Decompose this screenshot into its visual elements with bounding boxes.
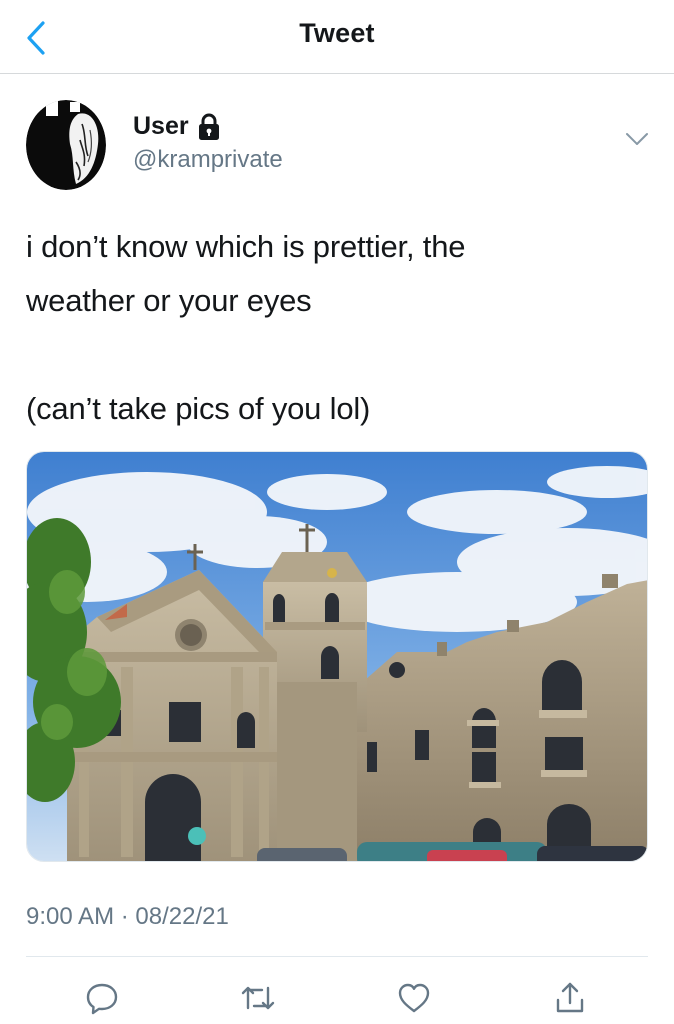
reply-icon xyxy=(86,983,118,1015)
more-options-button[interactable] xyxy=(624,128,650,150)
tweet-line: (can’t take pics of you lol) xyxy=(26,391,371,426)
tweet-line: i don’t know which is prettier, the xyxy=(26,229,466,264)
retweet-button[interactable] xyxy=(238,978,278,1018)
actions-divider xyxy=(26,956,648,957)
avatar[interactable] xyxy=(26,100,106,190)
top-nav-bar: Tweet xyxy=(0,0,674,74)
like-icon xyxy=(398,983,430,1013)
tweet-text: i don’t know which is prettier, the weat… xyxy=(26,220,646,436)
tweet-line: weather or your eyes xyxy=(26,283,312,318)
page-title: Tweet xyxy=(299,18,375,48)
lock-icon xyxy=(197,113,221,141)
chevron-down-icon xyxy=(626,133,648,145)
reply-button[interactable] xyxy=(82,978,122,1018)
tweet-photo[interactable] xyxy=(26,451,648,862)
like-button[interactable] xyxy=(394,978,434,1018)
tweet-line-blank xyxy=(26,328,646,382)
author-name[interactable]: User xyxy=(133,112,189,141)
retweet-icon xyxy=(241,986,275,1010)
share-button[interactable] xyxy=(550,978,590,1018)
tweet-timestamp[interactable]: 9:00 AM · 08/22/21 xyxy=(26,903,229,931)
tweet-actions-bar xyxy=(0,970,674,1024)
author-handle[interactable]: @kramprivate xyxy=(133,146,283,174)
share-icon xyxy=(556,982,584,1013)
author-name-row: User xyxy=(133,112,221,141)
